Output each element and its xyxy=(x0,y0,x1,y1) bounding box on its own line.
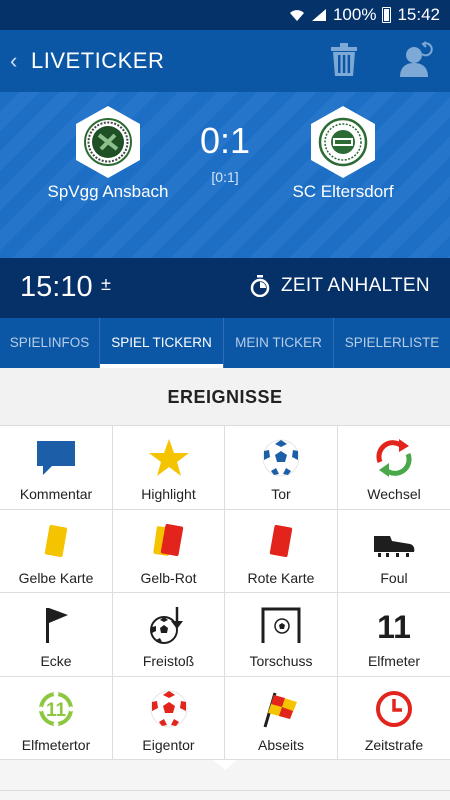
stop-time-button[interactable]: ZEIT ANHALTEN xyxy=(250,275,430,297)
penalty-goal-number: 11 xyxy=(46,700,67,721)
event-foul[interactable]: Foul xyxy=(338,509,450,593)
event-label: Freistoß xyxy=(142,653,195,669)
event-zeitstrafe[interactable]: Zeitstrafe xyxy=(338,676,450,760)
corner-flag-icon xyxy=(34,605,78,645)
comment-icon xyxy=(34,438,78,478)
collapse-indicator xyxy=(213,760,237,770)
star-icon xyxy=(147,438,191,478)
wifi-icon xyxy=(289,10,304,21)
boot-icon xyxy=(372,522,416,562)
free-kick-icon xyxy=(147,605,191,645)
away-team-name: SC Eltersdorf xyxy=(292,182,394,201)
app-bar: ‹ LIVETICKER xyxy=(0,30,450,92)
event-elfmetertor[interactable]: 11 Elfmetertor xyxy=(0,676,113,760)
event-wechsel[interactable]: Wechsel xyxy=(338,426,450,510)
event-torschuss[interactable]: Torschuss xyxy=(225,593,338,677)
event-label: Foul xyxy=(380,569,408,586)
time-adjust-button[interactable]: ± xyxy=(101,274,111,295)
penalty-number: 11 xyxy=(377,609,411,645)
event-label: Highlight xyxy=(141,486,196,502)
status-time: 15:42 xyxy=(397,5,440,24)
status-bar: 100% 15:42 xyxy=(0,0,450,30)
substitution-icon xyxy=(372,438,416,478)
event-label: Wechsel xyxy=(367,486,421,502)
event-label: Torschuss xyxy=(249,653,313,669)
halftime-score: [0:1] xyxy=(211,169,239,185)
event-gelbe-karte[interactable]: Gelbe Karte xyxy=(0,509,113,593)
stopwatch-icon xyxy=(250,275,270,297)
event-abseits[interactable]: Abseits xyxy=(225,676,338,760)
score: 0:1 xyxy=(199,120,251,161)
yellow-red-card-icon xyxy=(147,522,191,562)
home-team-logo xyxy=(75,105,141,179)
event-label: Abseits xyxy=(258,736,304,753)
time-penalty-icon xyxy=(372,689,416,729)
event-rote-karte[interactable]: Rote Karte xyxy=(225,509,338,593)
penalty-goal-icon: 11 xyxy=(34,689,78,729)
match-clock[interactable]: 15:10 xyxy=(20,271,93,304)
event-label: Tor xyxy=(271,486,291,502)
event-label: Gelbe Karte xyxy=(18,569,94,586)
divider xyxy=(0,790,450,791)
trash-icon[interactable] xyxy=(330,43,358,77)
signal-icon xyxy=(311,9,326,21)
event-tor[interactable]: Tor xyxy=(225,426,338,510)
event-label: Kommentar xyxy=(19,486,93,502)
tab-mein-ticker[interactable]: MEIN TICKER xyxy=(224,318,334,368)
event-highlight[interactable]: Highlight xyxy=(113,426,225,510)
event-label: Rote Karte xyxy=(247,569,315,586)
offside-flag-icon xyxy=(259,689,303,729)
tab-spielerliste[interactable]: SPIELERLISTE xyxy=(334,318,450,368)
event-ecke[interactable]: Ecke xyxy=(0,593,113,677)
switch-user-icon[interactable] xyxy=(398,41,434,79)
own-goal-icon xyxy=(147,689,191,729)
event-elfmeter[interactable]: 11 Elfmeter xyxy=(338,593,450,677)
event-label: Eigentor xyxy=(142,736,195,753)
event-label: Elfmetertor xyxy=(21,736,91,753)
event-label: Zeitstrafe xyxy=(364,736,424,753)
away-team-logo xyxy=(310,105,376,179)
penalty-11-icon: 11 xyxy=(372,605,416,645)
stop-time-label: ZEIT ANHALTEN xyxy=(281,275,430,296)
events-header: EREIGNISSE xyxy=(0,368,450,426)
event-freistoss[interactable]: Freistoß xyxy=(113,593,225,677)
bottom-area xyxy=(0,760,450,800)
event-label: Gelb-Rot xyxy=(140,569,197,586)
ball-icon xyxy=(259,438,303,478)
home-team-name: SpVgg Ansbach xyxy=(47,182,169,201)
event-label: Elfmeter xyxy=(367,653,421,669)
event-kommentar[interactable]: Kommentar xyxy=(0,426,113,510)
yellow-card-icon xyxy=(34,522,78,562)
shot-on-goal-icon xyxy=(259,605,303,645)
tab-spiel-tickern[interactable]: SPIEL TICKERN xyxy=(100,318,224,368)
tab-spielinfos[interactable]: SPIELINFOS xyxy=(0,318,100,368)
event-label: Ecke xyxy=(40,653,72,669)
events-grid: Kommentar Highlight Tor Wechsel Gelbe Ka… xyxy=(0,426,450,760)
time-bar: 15:10 ± ZEIT ANHALTEN xyxy=(0,258,450,318)
back-chevron-icon[interactable]: ‹ xyxy=(10,48,17,74)
battery-percent: 100% xyxy=(332,5,377,24)
event-gelb-rot[interactable]: Gelb-Rot xyxy=(113,509,225,593)
battery-icon xyxy=(382,7,392,23)
tab-bar: SPIELINFOS SPIEL TICKERN MEIN TICKER SPI… xyxy=(0,318,450,368)
match-header: SpVgg Ansbach 0:1 [0:1] SC Eltersdorf xyxy=(0,92,450,258)
page-title: LIVETICKER xyxy=(31,48,165,73)
event-eigentor[interactable]: Eigentor xyxy=(113,676,225,760)
red-card-icon xyxy=(259,522,303,562)
